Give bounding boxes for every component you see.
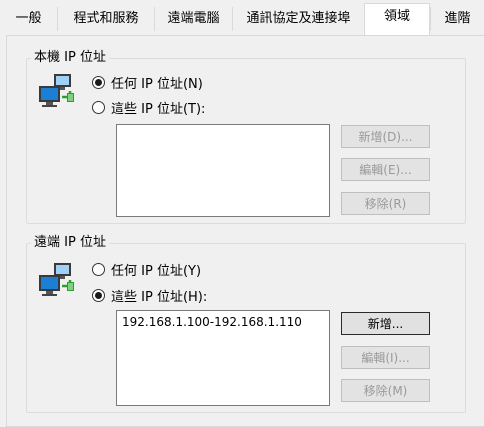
local-any-radio-circle[interactable] [92, 75, 105, 89]
remote-these-ip-radio[interactable]: 這些 IP 位址(H): [92, 285, 207, 305]
local-ip-group-title: 本機 IP 位址 [31, 49, 109, 67]
remote-any-ip-radio[interactable]: 任何 IP 位址(Y) [92, 259, 201, 279]
remote-edit-button[interactable]: 編輯(I)... [341, 346, 430, 369]
local-any-ip-label: 任何 IP 位址(N) [111, 76, 203, 92]
tab-scope[interactable]: 領域 [364, 3, 430, 35]
local-remove-button[interactable]: 移除(R) [341, 192, 430, 215]
local-these-radio-circle[interactable] [92, 100, 105, 114]
tab-remote-computers[interactable]: 遠端電腦 [154, 7, 232, 31]
tab-strip: 一般 程式和服務 遠端電腦 通訊協定及連接埠 領域 進階 [0, 0, 484, 38]
remote-these-ip-label: 這些 IP 位址(H): [111, 289, 208, 305]
remote-these-radio-circle[interactable] [92, 288, 105, 302]
remote-any-radio-circle[interactable] [92, 262, 105, 276]
tab-programs-services[interactable]: 程式和服務 [57, 7, 154, 31]
local-these-ip-label: 這些 IP 位址(T): [111, 101, 206, 117]
remote-ip-group-title: 遠端 IP 位址 [31, 234, 109, 252]
local-add-button[interactable]: 新增(D)... [341, 125, 430, 148]
remote-any-ip-label: 任何 IP 位址(Y) [111, 263, 202, 279]
remote-ip-list-item[interactable]: 192.168.1.100-192.168.1.110 [117, 311, 329, 333]
remote-add-button[interactable]: 新增... [341, 312, 430, 335]
local-these-ip-radio[interactable]: 這些 IP 位址(T): [92, 97, 205, 117]
local-any-ip-radio[interactable]: 任何 IP 位址(N) [92, 72, 203, 92]
tab-general[interactable]: 一般 [0, 7, 57, 31]
local-ip-list[interactable] [116, 124, 330, 217]
local-edit-button[interactable]: 編輯(E)... [341, 158, 430, 181]
remote-remove-button[interactable]: 移除(M) [341, 379, 430, 402]
tab-advanced[interactable]: 進階 [430, 7, 484, 31]
networked-computers-icon [39, 74, 74, 107]
networked-computers-icon [39, 263, 74, 296]
remote-ip-list[interactable]: 192.168.1.100-192.168.1.110 [116, 310, 330, 406]
tab-protocols-ports[interactable]: 通訊協定及連接埠 [232, 7, 364, 31]
